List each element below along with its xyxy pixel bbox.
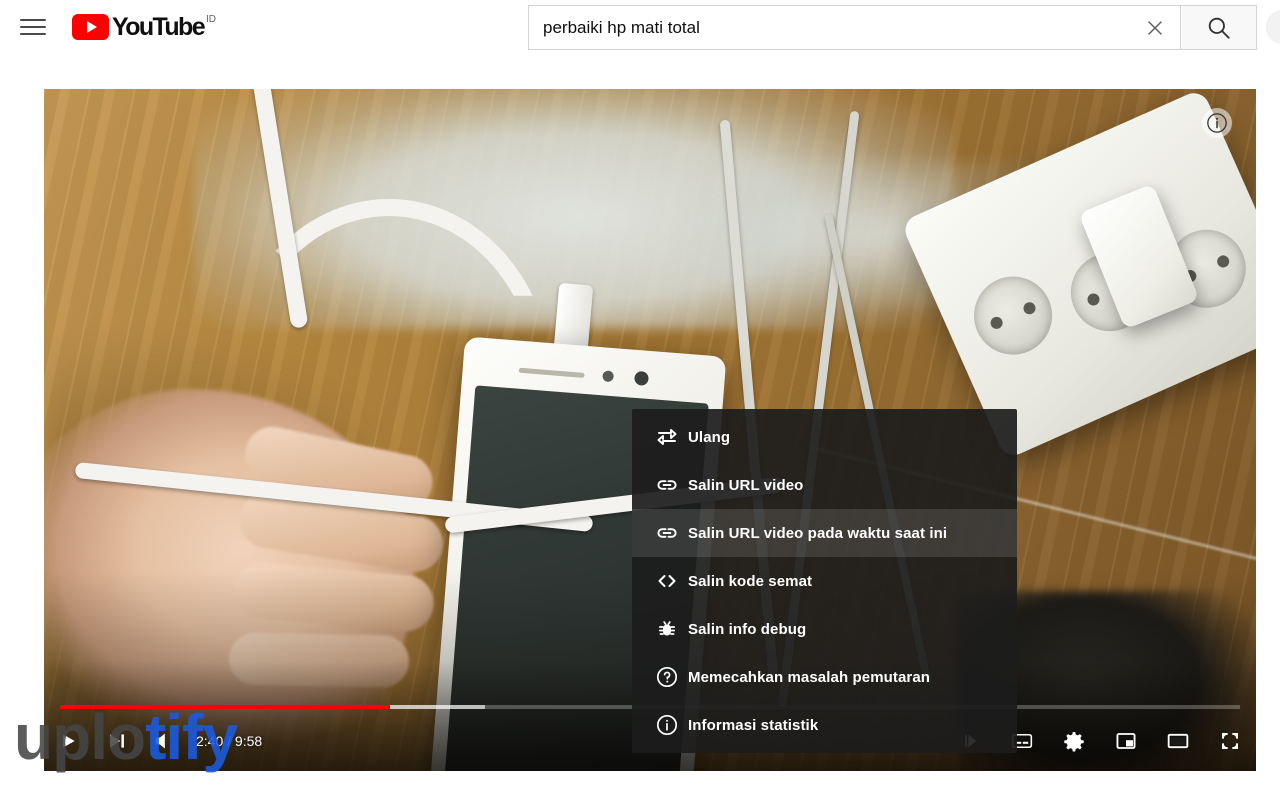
link-icon bbox=[646, 473, 688, 497]
menu-item-label: Salin kode semat bbox=[688, 572, 813, 590]
embed-code-icon bbox=[646, 569, 688, 593]
menu-item-label: Salin URL video bbox=[688, 476, 804, 494]
search-input[interactable] bbox=[543, 17, 1134, 38]
miniplayer-icon[interactable] bbox=[1100, 717, 1152, 765]
menu-item-informasi-statistik[interactable]: Informasi statistik bbox=[632, 701, 1017, 749]
time-display: 2:40 / 9:58 bbox=[196, 733, 263, 749]
info-circle-icon[interactable] bbox=[1202, 108, 1232, 138]
menu-item-ulang[interactable]: Ulang bbox=[632, 413, 1017, 461]
player-context-menu: Ulang Salin URL video Salin URL video pa… bbox=[632, 409, 1017, 753]
search-icon[interactable] bbox=[1181, 5, 1257, 50]
menu-item-salin-kode-semat[interactable]: Salin kode semat bbox=[632, 557, 1017, 605]
youtube-logo[interactable]: YouTube ID bbox=[72, 12, 216, 42]
gear-icon[interactable] bbox=[1048, 717, 1100, 765]
logo-country-code: ID bbox=[206, 14, 217, 25]
next-video-button[interactable] bbox=[92, 717, 140, 765]
menu-item-label: Memecahkan masalah pemutaran bbox=[688, 668, 931, 686]
close-x-icon[interactable] bbox=[1134, 7, 1176, 49]
question-circle-icon bbox=[646, 665, 688, 689]
play-pause-button[interactable] bbox=[44, 717, 92, 765]
link-icon bbox=[646, 521, 688, 545]
menu-item-memecahkan-masalah-pemutaran[interactable]: Memecahkan masalah pemutaran bbox=[632, 653, 1017, 701]
menu-item-label: Ulang bbox=[688, 428, 731, 446]
loop-repeat-icon bbox=[646, 425, 688, 449]
menu-item-salin-info-debug[interactable]: Salin info debug bbox=[632, 605, 1017, 653]
hamburger-line bbox=[20, 19, 46, 21]
menu-item-label: Salin URL video pada waktu saat ini bbox=[688, 524, 948, 542]
menu-item-label: Informasi statistik bbox=[688, 716, 819, 734]
info-circle-icon bbox=[646, 713, 688, 737]
play-triangle-icon bbox=[72, 14, 109, 40]
hamburger-line bbox=[20, 26, 46, 28]
avatar[interactable] bbox=[1266, 10, 1280, 44]
menu-item-label: Salin info debug bbox=[688, 620, 807, 638]
hamburger-menu-icon[interactable] bbox=[20, 12, 50, 42]
theater-mode-icon[interactable] bbox=[1152, 717, 1204, 765]
menu-item-salin-url-video[interactable]: Salin URL video bbox=[632, 461, 1017, 509]
volume-button[interactable] bbox=[140, 717, 188, 765]
menu-item-salin-url-video-waktu-saat-ini[interactable]: Salin URL video pada waktu saat ini bbox=[632, 509, 1017, 557]
search-bar bbox=[528, 5, 1257, 50]
masthead: YouTube ID bbox=[0, 0, 1280, 56]
hamburger-line bbox=[20, 33, 46, 35]
bug-icon bbox=[646, 617, 688, 641]
logo-wordmark: YouTube bbox=[112, 13, 206, 41]
video-player[interactable]: Ulang Salin URL video Salin URL video pa… bbox=[44, 89, 1256, 771]
progress-played bbox=[60, 705, 391, 709]
fullscreen-icon[interactable] bbox=[1204, 717, 1256, 765]
search-input-wrapper[interactable] bbox=[528, 5, 1181, 50]
